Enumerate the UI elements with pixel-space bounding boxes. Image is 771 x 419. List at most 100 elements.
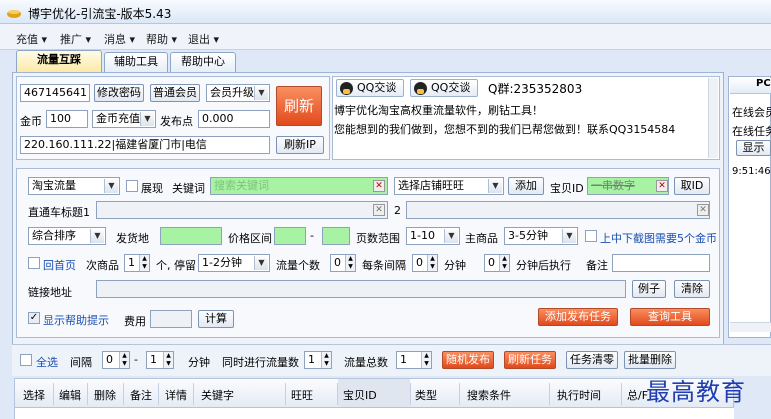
col-exec-time[interactable]: 执行时间 <box>557 387 601 403</box>
clear-button[interactable]: 清除 <box>674 280 710 298</box>
change-password-button[interactable]: 修改密码 <box>94 84 144 102</box>
col-select[interactable]: 选择 <box>23 387 45 403</box>
interval-spinner[interactable]: 0 ▲ ▼ <box>412 254 438 272</box>
total-label: 流量总数 <box>344 356 388 369</box>
clear-tasks-button[interactable]: 任务清零 <box>566 351 618 369</box>
batch-delete-button[interactable]: 批量删除 <box>624 351 676 369</box>
page-range-dropdown[interactable]: 1-10 ▼ <box>406 227 460 245</box>
origin-label: 发货地 <box>116 232 149 245</box>
menu-bar: 充值 ▾ 推广 ▾ 消息 ▾ 帮助 ▾ 退出 ▾ <box>0 24 771 50</box>
through-title-label: 直通车标题1 <box>28 206 90 219</box>
chevron-down-icon: ▼ <box>104 179 118 193</box>
notice-line-1: 博宇优化淘宝高权重流量软件，刷钻工具！ <box>334 104 543 117</box>
origin-input[interactable] <box>160 227 222 245</box>
upgrade-dropdown[interactable]: 会员升级 ▼ <box>206 84 270 102</box>
menu-messages[interactable]: 消息 ▾ <box>104 31 135 47</box>
spinner-arrows-icon: ▲ ▼ <box>321 352 331 368</box>
add-task-button[interactable]: 添加发布任务 <box>538 308 618 326</box>
calculate-button[interactable]: 计算 <box>198 310 234 328</box>
sort-dropdown[interactable]: 综合排序 ▼ <box>28 227 106 245</box>
through-title-input-2[interactable] <box>406 201 710 219</box>
sub-items-spinner[interactable]: 1 ▲ ▼ <box>124 254 150 272</box>
query-tool-button[interactable]: 查询工具 <box>630 308 710 326</box>
main-item-dropdown[interactable]: 3-5分钟 ▼ <box>504 227 578 245</box>
menu-recharge[interactable]: 充值 ▾ <box>16 31 47 47</box>
col-item-id[interactable]: 宝贝ID <box>343 387 377 403</box>
sub-items-label: 次商品 <box>86 259 119 272</box>
notice-scrollbar[interactable] <box>708 78 718 158</box>
col-edit[interactable]: 编辑 <box>59 387 81 403</box>
col-type[interactable]: 类型 <box>415 387 437 403</box>
select-all-checkbox[interactable] <box>20 354 32 366</box>
refresh-ip-button[interactable]: 刷新IP <box>276 136 324 154</box>
get-id-button[interactable]: 取ID <box>674 177 710 195</box>
interval-from-spinner[interactable]: 0 ▲ ▼ <box>102 351 130 369</box>
right-panel-tab[interactable]: PC <box>730 78 771 94</box>
clear-title1-icon[interactable]: ✕ <box>373 204 385 216</box>
home-checkbox[interactable] <box>28 257 40 269</box>
keyword-label: 关键词 <box>172 182 205 195</box>
page-range-label: 页数范围 <box>356 232 400 245</box>
right-panel-scrollbar[interactable] <box>730 322 771 332</box>
stay-dropdown[interactable]: 1-2分钟 ▼ <box>198 254 270 272</box>
clear-keyword-icon[interactable]: ✕ <box>373 180 385 192</box>
task-table-header: 选择 编辑 删除 备注 详情 关键字 旺旺 宝贝ID 类型 搜索条件 执行时间 … <box>14 378 734 408</box>
tab-flow-exchange[interactable]: 流量互踩 <box>16 50 102 72</box>
help-checkbox[interactable]: ✓ <box>28 312 40 324</box>
tab-help-center[interactable]: 帮助中心 <box>170 52 236 72</box>
price-min-input[interactable] <box>274 227 306 245</box>
chevron-down-icon: ▼ <box>562 229 576 243</box>
menu-exit[interactable]: 退出 ▾ <box>188 31 219 47</box>
col-total[interactable]: 总/F <box>627 387 648 403</box>
notice-line-2: 您能想到的我们做到，您想不到的我们已帮您做到！联系QQ3154584 <box>334 123 676 136</box>
qq-icon <box>340 82 353 95</box>
flow-count-spinner[interactable]: 0 ▲ ▼ <box>330 254 356 272</box>
col-delete[interactable]: 删除 <box>94 387 116 403</box>
menu-promote[interactable]: 推广 ▾ <box>60 31 91 47</box>
total-spinner[interactable]: 1 ▲ ▼ <box>396 351 432 369</box>
spinner-arrows-icon: ▲ ▼ <box>163 352 173 368</box>
col-detail[interactable]: 详情 <box>165 387 187 403</box>
price-max-input[interactable] <box>322 227 350 245</box>
qq-chat-button-2[interactable]: QQ交谈 <box>410 79 478 97</box>
concurrent-spinner[interactable]: 1 ▲ ▼ <box>304 351 332 369</box>
recharge-dropdown[interactable]: 金币充值 ▼ <box>92 110 156 128</box>
qq-icon <box>414 82 427 95</box>
col-wangwang[interactable]: 旺旺 <box>291 387 313 403</box>
refresh-button[interactable]: 刷新 <box>276 86 322 126</box>
example-button[interactable]: 例子 <box>632 280 666 298</box>
interval-to-spinner[interactable]: 1 ▲ ▼ <box>146 351 174 369</box>
clear-title2-icon[interactable]: ✕ <box>697 204 709 216</box>
remark-input[interactable] <box>612 254 710 272</box>
window-title: 博宇优化-引流宝-版本5.43 <box>28 7 172 21</box>
spinner-arrows-icon: ▲ ▼ <box>499 255 509 271</box>
keyword-input[interactable]: 搜索关键词 <box>210 177 388 195</box>
link-input[interactable] <box>96 280 626 298</box>
refresh-task-button[interactable]: 刷新任务 <box>504 351 556 369</box>
random-publish-button[interactable]: 随机发布 <box>442 351 494 369</box>
app-logo-icon <box>6 5 22 19</box>
spinner-arrows-icon: ▲ ▼ <box>119 352 129 368</box>
delay-spinner[interactable]: 0 ▲ ▼ <box>484 254 510 272</box>
flow-type-dropdown[interactable]: 淘宝流量 ▼ <box>28 177 120 195</box>
col-remark[interactable]: 备注 <box>130 387 152 403</box>
tab-tools[interactable]: 辅助工具 <box>104 52 168 72</box>
col-search-condition[interactable]: 搜索条件 <box>467 387 511 403</box>
title-bar: 博宇优化-引流宝-版本5.43 <box>0 0 771 24</box>
chevron-down-icon: ▼ <box>444 229 458 243</box>
show-checkbox[interactable] <box>126 180 138 192</box>
clear-item-id-icon[interactable]: ✕ <box>656 180 668 192</box>
through-title-input-1[interactable] <box>96 201 388 219</box>
add-shop-button[interactable]: 添加 <box>508 177 544 195</box>
after-label: 分钟后执行 <box>516 259 571 272</box>
col-keyword[interactable]: 关键字 <box>201 387 234 403</box>
member-type-button[interactable]: 普通会员 <box>150 84 200 102</box>
minute-label: 分钟 <box>444 259 466 272</box>
interval-label: 每条间隔 <box>362 259 406 272</box>
menu-help[interactable]: 帮助 ▾ <box>146 31 177 47</box>
show-button[interactable]: 显示 <box>736 140 771 156</box>
show-label: 展现 <box>141 182 163 195</box>
qq-chat-button-1[interactable]: QQ交谈 <box>336 79 404 97</box>
screenshot-checkbox[interactable] <box>585 230 597 242</box>
shop-select-dropdown[interactable]: 选择店铺旺旺 ▼ <box>394 177 504 195</box>
